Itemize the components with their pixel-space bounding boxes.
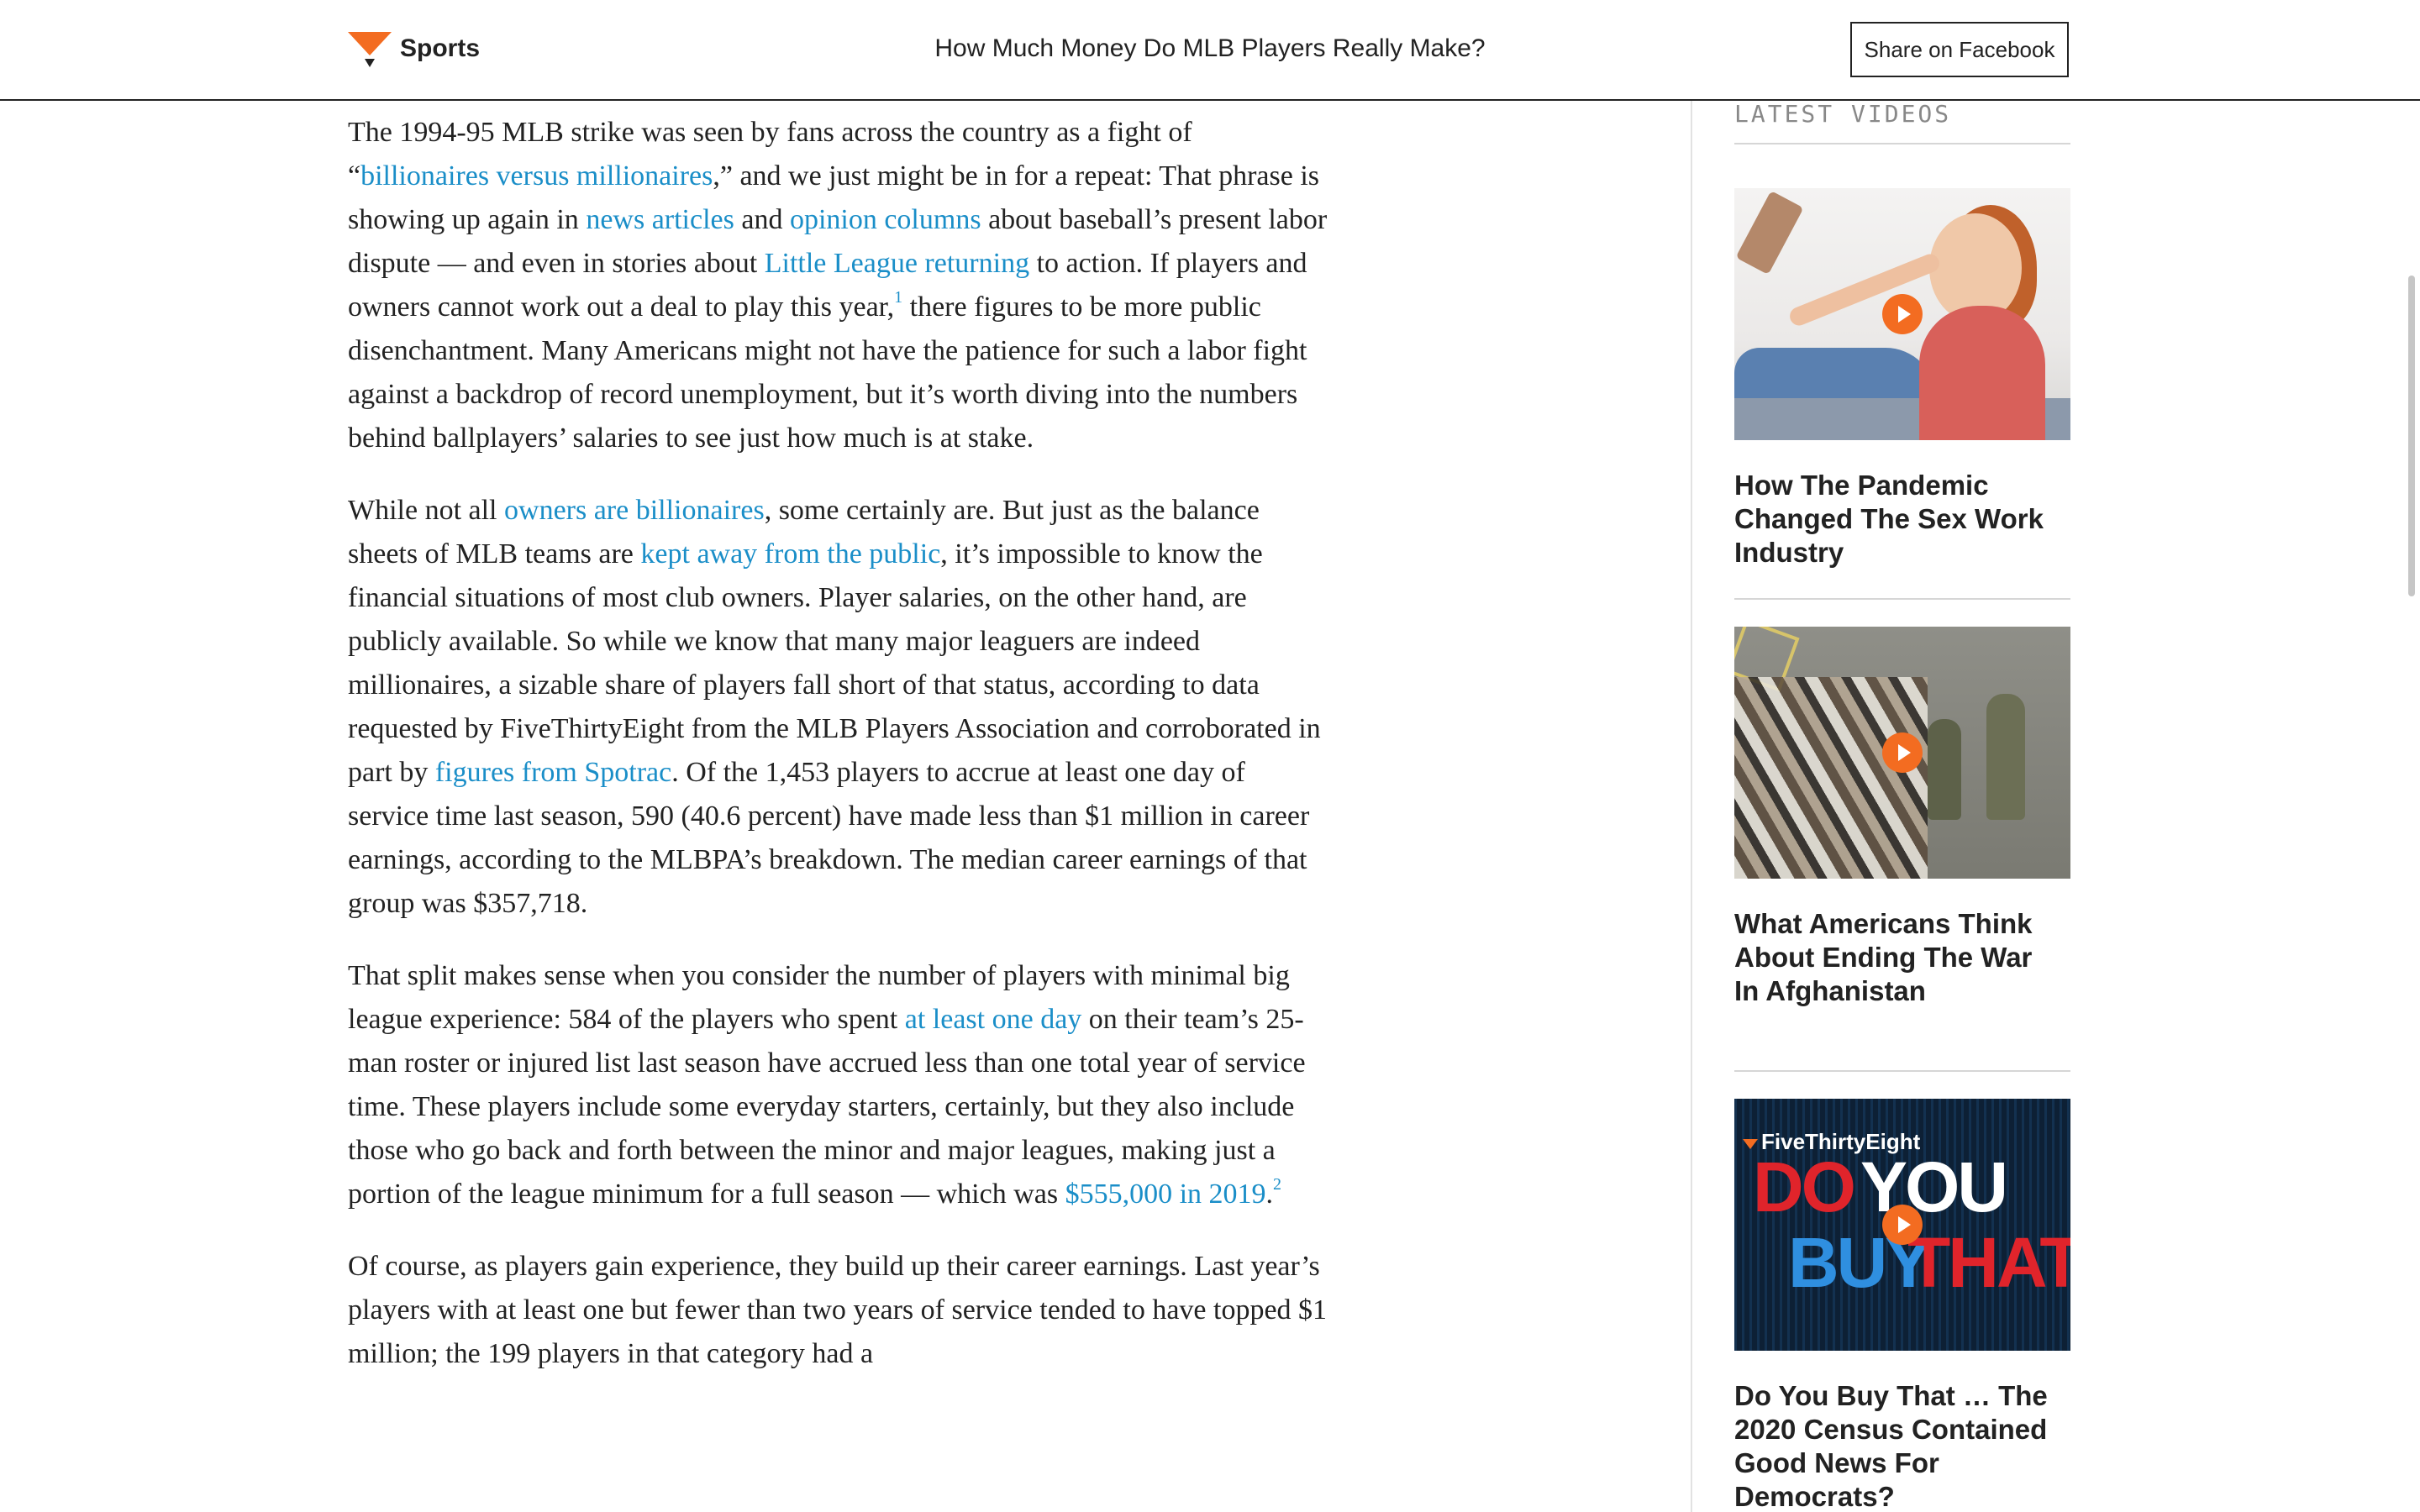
paragraph-text: . xyxy=(1265,1179,1274,1210)
link-kept-away-from-the-public[interactable]: kept away from the public xyxy=(640,538,940,570)
link-billionaires-versus-millionaires[interactable]: billionaires versus millionaires xyxy=(360,160,713,192)
video-title[interactable]: What Americans Think About Ending The Wa… xyxy=(1734,907,2054,1008)
card-divider xyxy=(1734,1070,2070,1072)
video-title[interactable]: Do You Buy That … The 2020 Census Contai… xyxy=(1734,1379,2054,1512)
latest-videos-heading: LATEST VIDEOS xyxy=(1734,99,2070,144)
video-thumbnail[interactable] xyxy=(1734,188,2070,440)
card-divider xyxy=(1734,598,2070,600)
article-paragraph: That split makes sense when you consider… xyxy=(348,954,1329,1216)
link-opinion-columns[interactable]: opinion columns xyxy=(790,204,981,235)
video-thumbnail[interactable]: FiveThirtyEight DO YOU BUY THAT? xyxy=(1734,1099,2070,1351)
thumbnail-word: THAT? xyxy=(1907,1223,2070,1302)
paragraph-text: and xyxy=(734,204,790,235)
header-article-title: How Much Money Do MLB Players Really Mak… xyxy=(934,34,1486,62)
video-card[interactable]: What Americans Think About Ending The Wa… xyxy=(1734,627,2070,1008)
page-scrollbar-thumb[interactable] xyxy=(2408,276,2415,596)
link-figures-from-spotrac[interactable]: figures from Spotrac xyxy=(435,757,671,788)
thumbnail-word: DO xyxy=(1753,1147,1856,1226)
article-body: The 1994-95 MLB strike was seen by fans … xyxy=(348,111,1329,1404)
fivethirtyeight-logo-icon[interactable] xyxy=(348,32,392,69)
section-name[interactable]: Sports xyxy=(400,30,480,67)
sidebar-divider xyxy=(1691,99,1692,1512)
paragraph-text: , it’s impossible to know the financial … xyxy=(348,538,1321,788)
article-paragraph: Of course, as players gain experience, t… xyxy=(348,1245,1329,1376)
video-card[interactable]: How The Pandemic Changed The Sex Work In… xyxy=(1734,188,2070,570)
link-little-league-returning[interactable]: Little League returning xyxy=(765,248,1029,279)
article-paragraph: While not all owners are billionaires, s… xyxy=(348,489,1329,926)
video-thumbnail[interactable] xyxy=(1734,627,2070,879)
link-owners-are-billionaires[interactable]: owners are billionaires xyxy=(504,495,765,526)
share-on-facebook-button[interactable]: Share on Facebook xyxy=(1850,22,2069,77)
article-paragraph: The 1994-95 MLB strike was seen by fans … xyxy=(348,111,1329,460)
link-555000-in-2019[interactable]: $555,000 in 2019 xyxy=(1065,1179,1266,1210)
play-icon[interactable] xyxy=(1882,732,1923,773)
footnote-2-link[interactable]: 2 xyxy=(1273,1175,1281,1194)
thumbnail-word: YOU xyxy=(1860,1147,2008,1226)
play-icon[interactable] xyxy=(1882,294,1923,334)
play-icon[interactable] xyxy=(1882,1205,1923,1245)
site-header: Sports How Much Money Do MLB Players Rea… xyxy=(0,0,2420,101)
link-news-articles[interactable]: news articles xyxy=(586,204,734,235)
link-at-least-one-day[interactable]: at least one day xyxy=(905,1004,1082,1035)
paragraph-text: While not all xyxy=(348,495,505,526)
paragraph-text: Of course, as players gain experience, t… xyxy=(348,1251,1328,1369)
footnote-1-link[interactable]: 1 xyxy=(894,288,902,307)
video-title[interactable]: How The Pandemic Changed The Sex Work In… xyxy=(1734,469,2054,570)
video-card[interactable]: FiveThirtyEight DO YOU BUY THAT? Do You … xyxy=(1734,1099,2070,1512)
